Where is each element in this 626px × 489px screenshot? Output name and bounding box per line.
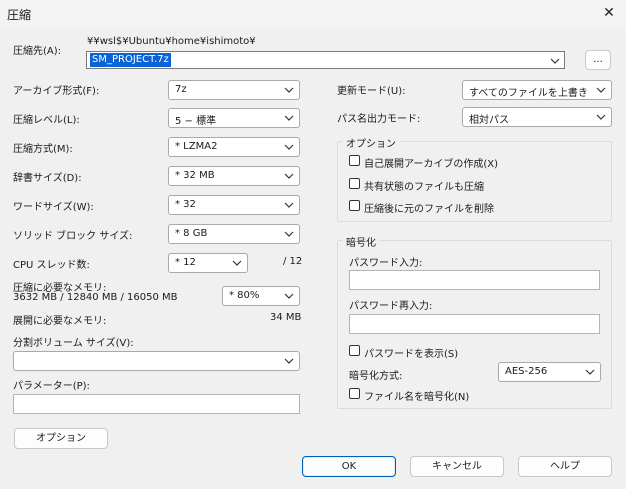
- encrypt-names-checkbox[interactable]: [349, 388, 360, 399]
- encrypt-names-label: ファイル名を暗号化(N): [364, 392, 470, 403]
- chevron-down-icon: [585, 369, 595, 375]
- update-select[interactable]: すべてのファイルを上書き: [462, 80, 612, 100]
- ok-button[interactable]: OK: [302, 456, 396, 477]
- chevron-down-icon: [284, 115, 294, 121]
- word-value: * 32: [175, 199, 196, 210]
- chevron-down-icon: [550, 58, 560, 64]
- options-group-title: オプション: [343, 135, 399, 150]
- mem-decompress-value: 34 MB: [270, 312, 302, 323]
- method-label: 圧縮方式(M):: [13, 144, 73, 155]
- pathmode-value: 相対パス: [469, 115, 509, 126]
- shared-label: 共有状態のファイルも圧縮: [364, 182, 484, 193]
- dict-value: * 32 MB: [175, 170, 215, 181]
- update-label: 更新モード(U):: [337, 86, 406, 97]
- encryption-group-title: 暗号化: [343, 234, 379, 249]
- level-value: 5 − 標準: [175, 116, 217, 127]
- cpu-label: CPU スレッド数:: [13, 260, 90, 271]
- format-label: アーカイブ形式(F):: [13, 86, 100, 97]
- sfx-checkbox[interactable]: [349, 155, 360, 166]
- browse-button[interactable]: ...: [585, 50, 611, 70]
- close-icon[interactable]: ✕: [600, 4, 618, 22]
- password-label: パスワード入力:: [349, 258, 423, 269]
- params-input[interactable]: [13, 394, 300, 414]
- word-select[interactable]: * 32: [168, 195, 300, 215]
- shared-checkbox[interactable]: [349, 178, 360, 189]
- archive-path-prefix: ¥¥wsl$¥Ubuntu¥home¥ishimoto¥: [87, 36, 256, 47]
- level-label: 圧縮レベル(L):: [13, 115, 80, 126]
- level-select[interactable]: 5 − 標準: [168, 108, 300, 128]
- chevron-down-icon: [596, 114, 606, 120]
- password-input[interactable]: [349, 270, 600, 290]
- delete-label: 圧縮後に元のファイルを削除: [364, 204, 494, 215]
- chevron-down-icon: [284, 144, 294, 150]
- title-bar: [0, 0, 626, 28]
- format-select[interactable]: 7z: [168, 80, 300, 100]
- show-password-label: パスワードを表示(S): [364, 349, 459, 360]
- mem-decompress-label: 展開に必要なメモリ:: [13, 316, 107, 327]
- reenter-label: パスワード再入力:: [349, 301, 433, 312]
- dict-label: 辞書サイズ(D):: [13, 173, 82, 184]
- format-value: 7z: [175, 84, 187, 95]
- enc-method-label: 暗号化方式:: [349, 371, 403, 382]
- chevron-down-icon: [232, 260, 242, 266]
- cpu-select[interactable]: * 12: [168, 253, 248, 273]
- cpu-value: * 12: [175, 257, 196, 268]
- archive-label: 圧縮先(A):: [13, 46, 62, 57]
- archive-filename: SM_PROJECT.7z: [90, 53, 171, 67]
- window-title: 圧縮: [7, 8, 32, 22]
- cpu-max: / 12: [283, 256, 303, 267]
- pathmode-select[interactable]: 相対パス: [462, 107, 612, 127]
- enc-method-value: AES-256: [505, 366, 548, 377]
- chevron-down-icon: [284, 293, 294, 299]
- solid-value: * 8 GB: [175, 228, 208, 239]
- chevron-down-icon: [284, 358, 294, 364]
- split-select[interactable]: [13, 351, 300, 371]
- method-select[interactable]: * LZMA2: [168, 137, 300, 157]
- pathmode-label: パス名出力モード:: [337, 114, 421, 125]
- params-label: パラメーター(P):: [13, 381, 90, 392]
- dict-select[interactable]: * 32 MB: [168, 166, 300, 186]
- update-value: すべてのファイルを上書き: [469, 88, 588, 99]
- enc-method-select[interactable]: AES-256: [498, 362, 601, 382]
- method-value: * LZMA2: [175, 141, 218, 152]
- mem-compress-detail: 3632 MB / 12840 MB / 16050 MB: [13, 292, 178, 303]
- word-label: ワードサイズ(W):: [13, 202, 94, 213]
- reenter-input[interactable]: [349, 314, 600, 334]
- chevron-down-icon: [284, 87, 294, 93]
- mem-percent-value: * 80%: [229, 290, 260, 301]
- chevron-down-icon: [596, 87, 606, 93]
- split-label: 分割ボリューム サイズ(V):: [13, 338, 134, 349]
- cancel-button[interactable]: キャンセル: [410, 456, 504, 477]
- options-button[interactable]: オプション: [14, 428, 108, 449]
- show-password-checkbox[interactable]: [349, 345, 360, 356]
- solid-select[interactable]: * 8 GB: [168, 224, 300, 244]
- archive-path-combobox[interactable]: SM_PROJECT.7z: [86, 51, 565, 69]
- chevron-down-icon: [284, 173, 294, 179]
- delete-checkbox[interactable]: [349, 200, 360, 211]
- chevron-down-icon: [284, 231, 294, 237]
- help-button[interactable]: ヘルプ: [518, 456, 612, 477]
- sfx-label: 自己展開アーカイブの作成(X): [364, 159, 499, 170]
- chevron-down-icon: [284, 202, 294, 208]
- mem-percent-select[interactable]: * 80%: [222, 286, 300, 306]
- solid-label: ソリッド ブロック サイズ:: [13, 231, 133, 242]
